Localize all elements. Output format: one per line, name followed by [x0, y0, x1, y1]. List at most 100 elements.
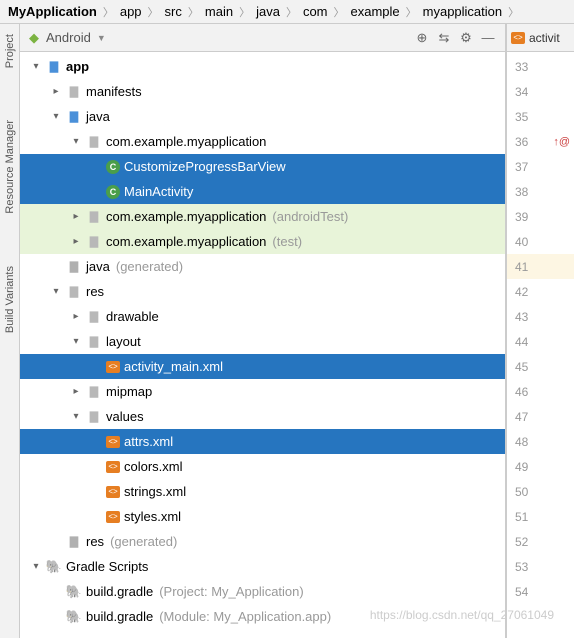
- tree-item[interactable]: ▾▇java: [20, 104, 505, 129]
- chevron-down-icon[interactable]: ▾: [70, 136, 82, 147]
- class-icon: C: [106, 185, 120, 199]
- line-number[interactable]: 54: [507, 579, 574, 604]
- line-number[interactable]: 43: [507, 304, 574, 329]
- breadcrumb-item[interactable]: com: [299, 4, 332, 19]
- collapse-icon[interactable]: ⇆: [433, 27, 455, 49]
- chevron-down-icon[interactable]: ▾: [50, 286, 62, 297]
- line-number[interactable]: 41: [507, 254, 574, 279]
- line-number[interactable]: 53: [507, 554, 574, 579]
- line-number[interactable]: 50: [507, 479, 574, 504]
- chevron-down-icon[interactable]: ▾: [70, 411, 82, 422]
- folder-icon: ▇: [86, 134, 102, 150]
- tool-tab[interactable]: Project: [4, 28, 16, 74]
- chevron-down-icon[interactable]: ▾: [70, 336, 82, 347]
- editor-panel: <> activit 33343536↑@3738394041424344454…: [506, 24, 574, 638]
- chevron-right-icon: 〉: [506, 4, 521, 20]
- line-number[interactable]: 46: [507, 379, 574, 404]
- line-number[interactable]: 51: [507, 504, 574, 529]
- breadcrumb-item[interactable]: java: [252, 4, 284, 19]
- line-number[interactable]: 48: [507, 429, 574, 454]
- tree-item-label: app: [66, 59, 89, 74]
- folder-generated-icon: ▇: [66, 534, 82, 550]
- tree-item[interactable]: ▾🐘Gradle Scripts: [20, 554, 505, 579]
- tree-item[interactable]: ▾▇com.example.myapplication: [20, 129, 505, 154]
- folder-icon: ▇: [86, 234, 102, 250]
- tree-item[interactable]: ▸CCustomizeProgressBarView: [20, 154, 505, 179]
- tree-item[interactable]: ▸▇manifests: [20, 79, 505, 104]
- project-view-selector[interactable]: ◆ Android ▼: [26, 30, 106, 46]
- editor-tab[interactable]: <> activit: [507, 24, 574, 52]
- chevron-right-icon[interactable]: ▸: [70, 211, 82, 222]
- line-number[interactable]: 34: [507, 79, 574, 104]
- line-number[interactable]: 49: [507, 454, 574, 479]
- line-number[interactable]: 36↑@: [507, 129, 574, 154]
- line-number[interactable]: 47: [507, 404, 574, 429]
- tree-item-label: java: [86, 109, 110, 124]
- tree-item[interactable]: ▸<>activity_main.xml: [20, 354, 505, 379]
- line-number[interactable]: 33: [507, 54, 574, 79]
- breadcrumb-item[interactable]: main: [201, 4, 237, 19]
- tree-item[interactable]: ▸▇java (generated): [20, 254, 505, 279]
- tree-item-label: build.gradle: [86, 609, 153, 624]
- project-view-label: Android: [46, 30, 91, 45]
- chevron-right-icon[interactable]: ▸: [70, 236, 82, 247]
- line-number[interactable]: 37: [507, 154, 574, 179]
- tool-tab[interactable]: Build Variants: [4, 260, 16, 339]
- tree-item-label: build.gradle: [86, 584, 153, 599]
- tree-item-suffix: (Module: My_Application.app): [159, 609, 331, 624]
- line-number[interactable]: 45: [507, 354, 574, 379]
- chevron-right-icon: 〉: [332, 4, 347, 20]
- chevron-right-icon[interactable]: ▸: [50, 86, 62, 97]
- target-icon[interactable]: ⊕: [411, 27, 433, 49]
- line-number[interactable]: 40: [507, 229, 574, 254]
- breadcrumb-item[interactable]: app: [116, 4, 146, 19]
- tree-item-label: styles.xml: [124, 509, 181, 524]
- tree-item[interactable]: ▸▇com.example.myapplication (test): [20, 229, 505, 254]
- breadcrumb-item[interactable]: MyApplication: [4, 4, 101, 19]
- tree-item[interactable]: ▸▇res (generated): [20, 529, 505, 554]
- tree-item[interactable]: ▸<>attrs.xml: [20, 429, 505, 454]
- tree-item[interactable]: ▾▇res: [20, 279, 505, 304]
- chevron-right-icon[interactable]: ▸: [70, 386, 82, 397]
- line-number[interactable]: 39: [507, 204, 574, 229]
- tree-item[interactable]: ▸<>strings.xml: [20, 479, 505, 504]
- tree-item-label: strings.xml: [124, 484, 186, 499]
- tree-item[interactable]: ▸🐘build.gradle (Project: My_Application): [20, 579, 505, 604]
- line-number[interactable]: 52: [507, 529, 574, 554]
- line-number[interactable]: 35: [507, 104, 574, 129]
- minimize-icon[interactable]: —: [477, 27, 499, 49]
- gutter-marker-icon[interactable]: ↑@: [553, 136, 570, 148]
- tree-item-label: attrs.xml: [124, 434, 173, 449]
- chevron-down-icon[interactable]: ▾: [30, 561, 42, 572]
- tree-item[interactable]: ▸<>colors.xml: [20, 454, 505, 479]
- tree-item[interactable]: ▾▇app: [20, 54, 505, 79]
- project-tree[interactable]: ▾▇app▸▇manifests▾▇java▾▇com.example.myap…: [20, 52, 505, 638]
- folder-icon: ▇: [86, 209, 102, 225]
- tree-item[interactable]: ▸▇com.example.myapplication (androidTest…: [20, 204, 505, 229]
- tree-item[interactable]: ▸<>styles.xml: [20, 504, 505, 529]
- tree-item[interactable]: ▾▇layout: [20, 329, 505, 354]
- tree-item[interactable]: ▸🐘build.gradle (Module: My_Application.a…: [20, 604, 505, 629]
- line-number[interactable]: 44: [507, 329, 574, 354]
- tree-item[interactable]: ▸▇drawable: [20, 304, 505, 329]
- line-gutter[interactable]: 33343536↑@373839404142434445464748495051…: [507, 52, 574, 638]
- line-number[interactable]: 42: [507, 279, 574, 304]
- chevron-down-icon: ▼: [97, 33, 106, 43]
- chevron-down-icon[interactable]: ▾: [30, 61, 42, 72]
- tree-item[interactable]: ▾▇values: [20, 404, 505, 429]
- xml-file-icon: <>: [106, 511, 120, 523]
- tree-item-label: Gradle Scripts: [66, 559, 148, 574]
- breadcrumb-item[interactable]: example: [347, 4, 404, 19]
- breadcrumb-item[interactable]: src: [161, 4, 186, 19]
- gear-icon[interactable]: ⚙: [455, 27, 477, 49]
- tree-item-label: java: [86, 259, 110, 274]
- tree-item[interactable]: ▸CMainActivity: [20, 179, 505, 204]
- tool-tab[interactable]: Resource Manager: [4, 114, 16, 220]
- chevron-right-icon[interactable]: ▸: [70, 311, 82, 322]
- breadcrumb-item[interactable]: myapplication: [419, 4, 507, 19]
- panel-header: ◆ Android ▼ ⊕ ⇆ ⚙ —: [20, 24, 505, 52]
- line-number[interactable]: 38: [507, 179, 574, 204]
- chevron-down-icon[interactable]: ▾: [50, 111, 62, 122]
- tree-item-label: com.example.myapplication: [106, 234, 266, 249]
- tree-item[interactable]: ▸▇mipmap: [20, 379, 505, 404]
